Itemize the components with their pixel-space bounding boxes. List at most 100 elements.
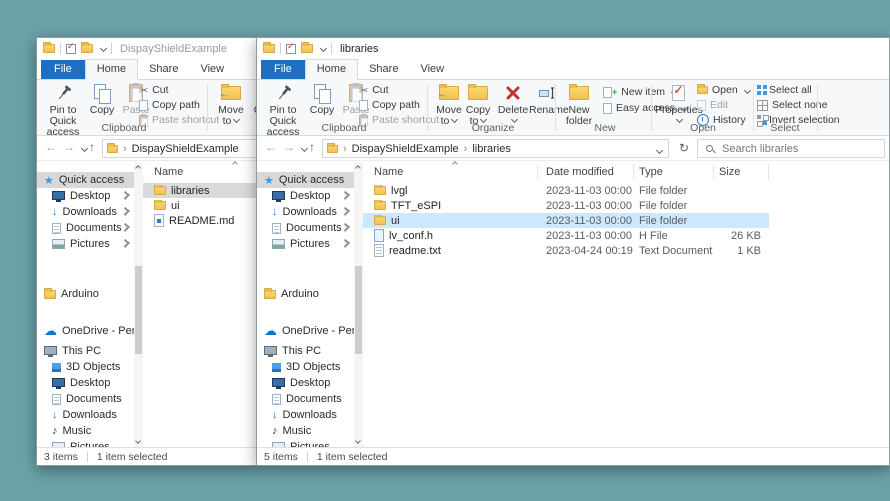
sidebar-item-downloads[interactable]: ↓ Downloads	[257, 204, 354, 220]
sidebar-item-desktop-pc[interactable]: Desktop	[257, 375, 354, 391]
sidebar-item-this-pc[interactable]: This PC	[37, 343, 134, 359]
sidebar-item-arduino[interactable]: Arduino	[257, 286, 354, 302]
nav-up-button[interactable]: ↑	[89, 140, 95, 154]
sidebar-item-3d-objects[interactable]: 3D Objects	[257, 359, 354, 375]
properties-button[interactable]: ✓ Properties	[655, 82, 701, 127]
file-row-libraries[interactable]: libraries	[143, 183, 257, 198]
nav-history-dropdown-icon[interactable]	[81, 145, 88, 152]
scrollbar-thumb[interactable]	[355, 266, 362, 354]
sidebar-item-downloads[interactable]: ↓ Downloads	[37, 204, 134, 220]
refresh-button[interactable]: ↻	[675, 139, 693, 158]
breadcrumb-root[interactable]: DispayShieldExample	[132, 143, 239, 155]
copy-path-button[interactable]: Copy path	[139, 98, 200, 112]
sidebar-item-desktop[interactable]: Desktop	[257, 188, 354, 204]
file-row-readme-txt[interactable]: readme.txt 2023-04-24 00:19 Text Documen…	[363, 243, 769, 258]
sidebar-item-downloads-pc[interactable]: ↓ Downloads	[37, 407, 134, 423]
title-bar[interactable]: ✓ libraries	[257, 38, 889, 59]
sidebar-item-quick-access[interactable]: ★ Quick access	[37, 172, 134, 188]
column-header-name[interactable]: Name	[143, 164, 257, 180]
new-folder-button[interactable]: New folder	[559, 82, 599, 127]
breadcrumb[interactable]: › DispayShieldExample › libraries	[322, 139, 669, 158]
tab-file[interactable]: File	[41, 60, 85, 79]
sidebar-item-pictures[interactable]: Pictures	[257, 236, 354, 252]
sidebar-item-documents[interactable]: Documents	[37, 220, 134, 236]
qat-dropdown-icon[interactable]	[320, 45, 327, 52]
tab-home[interactable]: Home	[305, 59, 358, 80]
sidebar-item-downloads-pc[interactable]: ↓ Downloads	[257, 407, 354, 423]
file-row-tft-espi[interactable]: TFT_eSPI 2023-11-03 00:00 File folder	[363, 198, 769, 213]
move-to-button[interactable]: ← Move to	[213, 82, 249, 127]
nav-history-dropdown-icon[interactable]	[301, 145, 308, 152]
breadcrumb[interactable]: › DispayShieldExample	[102, 139, 257, 158]
file-row-lvgl[interactable]: lvgl 2023-11-03 00:00 File folder	[363, 183, 769, 198]
edit-button[interactable]: Edit	[697, 98, 728, 112]
new-folder-qat-icon[interactable]	[81, 44, 93, 53]
sidebar-item-desktop-pc[interactable]: Desktop	[37, 375, 134, 391]
tab-share[interactable]: Share	[138, 60, 189, 79]
sidebar-item-quick-access[interactable]: ★ Quick access	[257, 172, 354, 188]
sidebar-item-pictures-pc[interactable]: Pictures	[37, 439, 134, 447]
sidebar-item-documents-pc[interactable]: Documents	[257, 391, 354, 407]
sidebar-item-music[interactable]: ♪ Music	[257, 423, 354, 439]
properties-qat-icon[interactable]: ✓	[66, 44, 76, 54]
nav-forward-button[interactable]: →	[283, 140, 295, 154]
nav-back-button[interactable]: ←	[45, 140, 57, 154]
sidebar-item-documents[interactable]: Documents	[257, 220, 354, 236]
sidebar-item-documents-pc[interactable]: Documents	[37, 391, 134, 407]
breadcrumb-root[interactable]: DispayShieldExample	[352, 143, 459, 155]
address-dropdown-icon[interactable]	[656, 147, 663, 154]
scroll-down-icon[interactable]	[135, 438, 141, 444]
file-row-readme-md[interactable]: README.md	[143, 213, 257, 228]
invert-selection-icon	[757, 115, 761, 119]
tab-view[interactable]: View	[409, 60, 455, 79]
sidebar-scrollbar[interactable]	[354, 162, 363, 447]
breadcrumb-current[interactable]: libraries	[472, 143, 511, 155]
column-header-size[interactable]: Size	[714, 164, 769, 180]
cut-button[interactable]: ✂ Cut	[359, 83, 389, 97]
file-row-lv-conf[interactable]: lv_conf.h 2023-11-03 00:00 H File 26 KB	[363, 228, 769, 243]
column-header-type[interactable]: Type	[634, 164, 714, 180]
tab-file[interactable]: File	[261, 60, 305, 79]
nav-forward-button[interactable]: →	[63, 140, 75, 154]
tab-view[interactable]: View	[189, 60, 235, 79]
sidebar-item-music[interactable]: ♪ Music	[37, 423, 134, 439]
search-input[interactable]	[698, 140, 884, 157]
copy-to-button[interactable]: Copy to	[461, 82, 495, 127]
tab-share[interactable]: Share	[358, 60, 409, 79]
sidebar-item-pictures-pc[interactable]: Pictures	[257, 439, 354, 447]
scroll-down-icon[interactable]	[355, 438, 361, 444]
copy-button[interactable]: Copy	[85, 82, 119, 116]
qat-dropdown-icon[interactable]	[100, 45, 107, 52]
file-row-ui[interactable]: ui	[143, 198, 257, 213]
pushpin-icon	[41, 83, 85, 103]
sidebar-item-this-pc[interactable]: This PC	[257, 343, 354, 359]
search-box[interactable]	[697, 139, 885, 158]
new-folder-qat-icon[interactable]	[301, 44, 313, 53]
tab-home[interactable]: Home	[85, 59, 138, 80]
pin-icon	[342, 208, 350, 216]
select-all-button[interactable]: Select all	[757, 83, 812, 97]
sidebar-item-onedrive[interactable]: ☁ OneDrive - Pers	[37, 323, 134, 339]
sidebar-scrollbar[interactable]	[134, 162, 143, 447]
file-row-ui[interactable]: ui 2023-11-03 00:00 File folder	[363, 213, 769, 228]
cut-button[interactable]: ✂ Cut	[139, 83, 169, 97]
properties-qat-icon[interactable]: ✓	[286, 44, 296, 54]
scroll-up-icon[interactable]	[135, 165, 141, 171]
title-bar[interactable]: ✓ DispayShieldExample	[37, 38, 257, 59]
copy-path-button[interactable]: Copy path	[359, 98, 420, 112]
open-button[interactable]: Open	[697, 83, 750, 97]
sidebar-item-3d-objects[interactable]: 3D Objects	[37, 359, 134, 375]
sidebar-item-desktop[interactable]: Desktop	[37, 188, 134, 204]
scroll-up-icon[interactable]	[355, 165, 361, 171]
sidebar-item-onedrive[interactable]: ☁ OneDrive - Pers	[257, 323, 354, 339]
column-header-name[interactable]: Name	[363, 164, 538, 180]
sidebar-item-arduino[interactable]: Arduino	[37, 286, 134, 302]
copy-button[interactable]: Copy	[305, 82, 339, 116]
sidebar-item-pictures[interactable]: Pictures	[37, 236, 134, 252]
nav-back-button[interactable]: ←	[265, 140, 277, 154]
copy-icon	[305, 83, 339, 103]
nav-up-button[interactable]: ↑	[309, 140, 315, 154]
scrollbar-thumb[interactable]	[135, 266, 142, 354]
delete-button[interactable]: Delete	[497, 82, 529, 127]
column-header-date[interactable]: Date modified	[538, 164, 634, 180]
